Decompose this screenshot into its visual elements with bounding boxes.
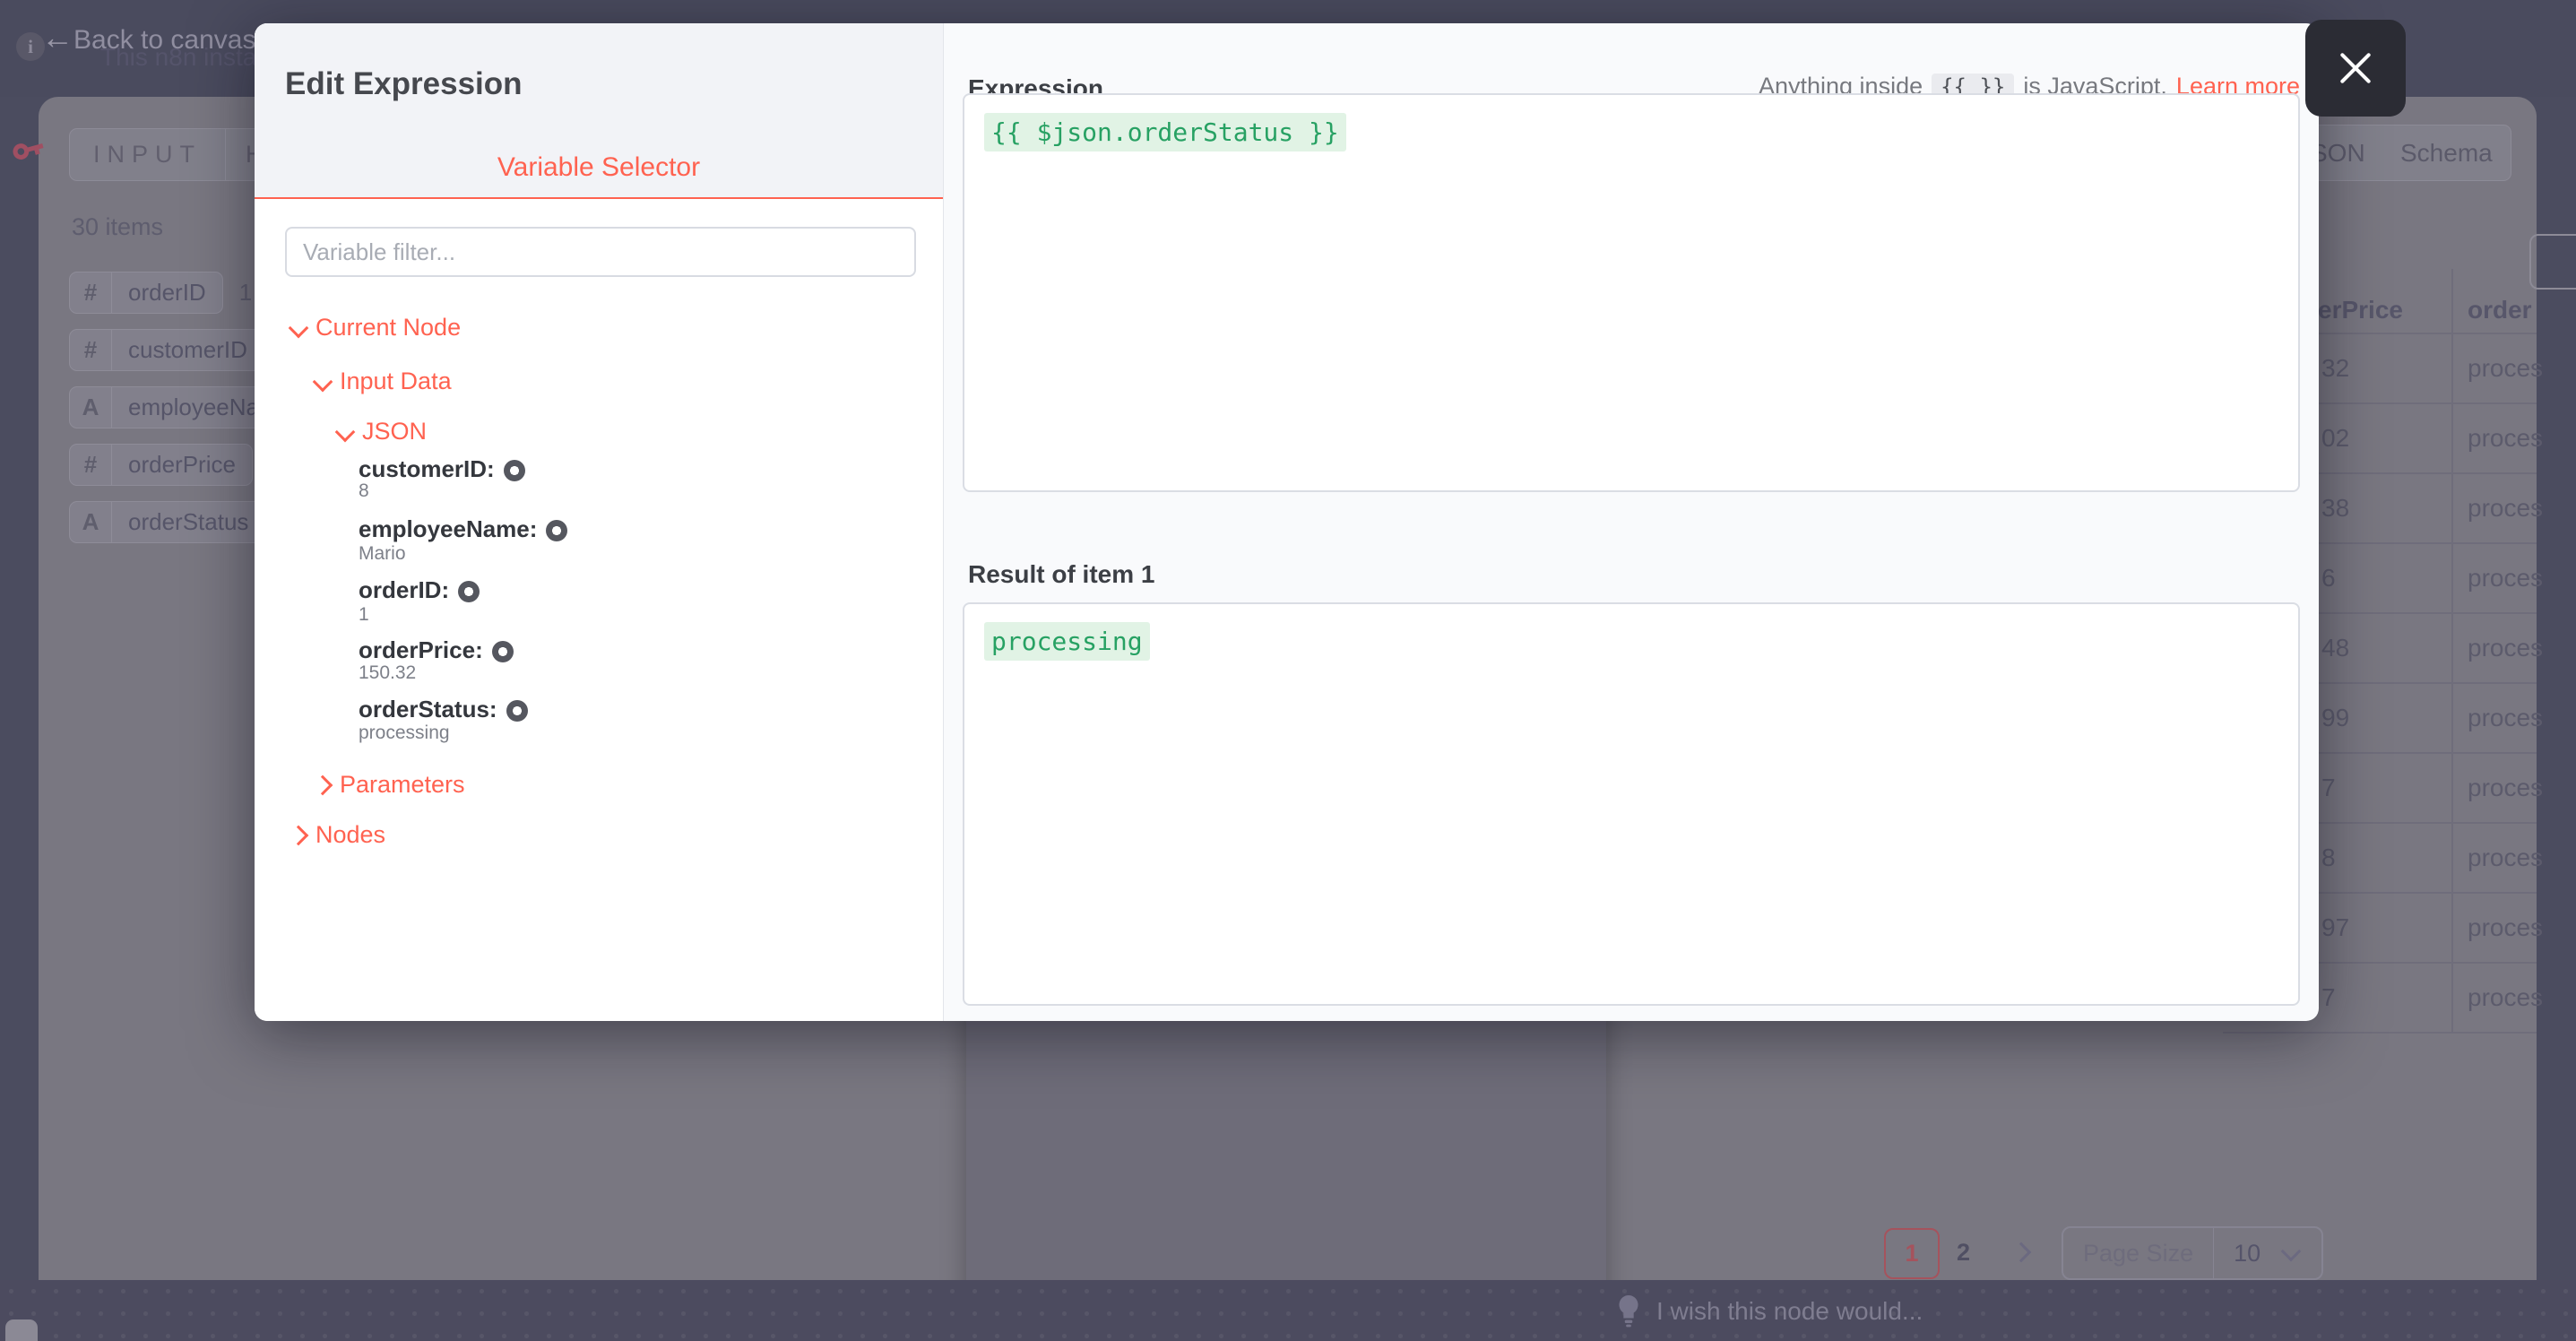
tree-item-nodes[interactable]: Nodes [291, 821, 385, 849]
tree-item-parameters[interactable]: Parameters [316, 771, 465, 799]
tree-item-json[interactable]: JSON [338, 418, 427, 446]
search-input[interactable] [2529, 234, 2576, 290]
variable-selector-panel: Edit Expression Variable Selector Curren… [255, 23, 944, 1021]
schema-row[interactable]: #orderID 1 [69, 272, 252, 314]
variable-customerid[interactable]: customerID: [359, 455, 525, 483]
chevron-right-icon [289, 825, 309, 845]
insert-variable-icon[interactable] [492, 641, 514, 662]
modal-left-header: Edit Expression Variable Selector [255, 23, 943, 199]
expression-code[interactable]: {{ $json.orderStatus }} [984, 113, 1346, 151]
chevron-down-icon [289, 317, 309, 338]
insert-variable-icon[interactable] [504, 460, 525, 481]
chevron-right-icon [313, 774, 333, 795]
variable-employeename[interactable]: employeeName: [359, 515, 567, 543]
tab-schema[interactable]: Schema [2400, 139, 2493, 168]
string-type-icon: A [70, 387, 112, 428]
items-count: 30 items [72, 213, 163, 241]
schema-row[interactable]: #customerID [69, 329, 264, 371]
chevron-down-icon [313, 371, 333, 392]
back-arrow-icon: ← [41, 22, 73, 54]
back-to-canvas-link[interactable]: Back to canvas [73, 25, 255, 56]
close-icon [2336, 48, 2375, 88]
tab-input[interactable]: INPUT [70, 129, 225, 180]
close-modal-button[interactable] [2305, 20, 2406, 117]
expression-editor[interactable]: {{ $json.orderStatus }} [963, 93, 2300, 492]
tree-item-input-data[interactable]: Input Data [316, 368, 452, 395]
lightbulb-icon [1613, 1293, 1644, 1328]
variable-orderid[interactable]: orderID: [359, 576, 480, 604]
canvas-bottom-strip [0, 1280, 2576, 1341]
wish-node-input[interactable]: I wish this node would... [1656, 1297, 1923, 1326]
schema-row[interactable]: AorderStatus [69, 501, 265, 543]
chevron-down-icon [335, 421, 356, 442]
edit-expression-modal: Edit Expression Variable Selector Curren… [255, 23, 2319, 1021]
page-2-button[interactable]: 2 [1957, 1239, 1970, 1267]
page-size-select[interactable]: Page Size 10 [2062, 1226, 2323, 1280]
chevron-down-icon [2281, 1242, 2302, 1262]
app-screen: i This n8n instance is ← Back to canvas … [0, 0, 2576, 1341]
result-heading: Result of item 1 [968, 560, 1154, 589]
result-viewer: processing [963, 602, 2300, 1006]
page-1-button[interactable]: 1 [1884, 1228, 1940, 1279]
modal-title: Edit Expression [285, 66, 523, 102]
tree-item-current-node[interactable]: Current Node [291, 314, 461, 342]
insert-variable-icon[interactable] [506, 700, 528, 722]
insert-variable-icon[interactable] [458, 581, 480, 602]
canvas-control-button[interactable] [5, 1319, 38, 1341]
schema-value: 1 [239, 279, 252, 307]
number-type-icon: # [70, 445, 112, 485]
variable-orderstatus[interactable]: orderStatus: [359, 696, 528, 723]
variable-filter-input[interactable] [285, 227, 916, 277]
string-type-icon: A [70, 502, 112, 542]
number-type-icon: # [70, 273, 112, 313]
tab-variable-selector[interactable]: Variable Selector [255, 152, 943, 183]
result-value: processing [984, 622, 1150, 661]
schema-row[interactable]: #orderPrice [69, 444, 253, 486]
variable-orderprice[interactable]: orderPrice: [359, 636, 514, 664]
insert-variable-icon[interactable] [546, 520, 567, 541]
number-type-icon: # [70, 330, 112, 370]
